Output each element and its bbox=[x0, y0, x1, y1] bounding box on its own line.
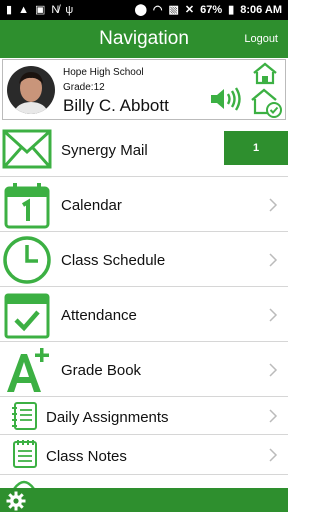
student-profile-card: Hope High School Grade:12 Billy C. Abbot… bbox=[2, 59, 286, 120]
menu-item-label: Grade Book bbox=[61, 362, 142, 379]
sim-icon: ▧ bbox=[168, 3, 179, 16]
menu-item-calendar[interactable]: Calendar bbox=[0, 177, 288, 232]
mail-icon bbox=[2, 129, 52, 169]
wifi-icon: ◠ bbox=[152, 3, 163, 16]
home-check-icon[interactable] bbox=[249, 86, 283, 118]
menu-item-label: Attendance bbox=[61, 307, 137, 324]
warning-icon: ▲ bbox=[18, 3, 29, 16]
calendar-icon bbox=[4, 183, 50, 229]
chevron-right-icon bbox=[269, 409, 278, 423]
grade-a-plus-icon bbox=[7, 348, 49, 392]
chevron-right-icon bbox=[269, 448, 278, 462]
chevron-right-icon bbox=[269, 198, 278, 212]
battery-icon: ▮ bbox=[228, 3, 235, 16]
menu-item-label: Synergy Mail bbox=[61, 142, 148, 159]
menu-item-daily-assignments[interactable]: Daily Assignments bbox=[0, 397, 288, 435]
gear-icon[interactable] bbox=[6, 491, 26, 511]
no-signal-icon: N̸ bbox=[51, 3, 60, 16]
school-name: Hope High School bbox=[63, 67, 144, 78]
clock-icon bbox=[3, 236, 51, 284]
assignments-notebook-icon bbox=[12, 402, 37, 430]
menu-item-synergy-mail[interactable]: Synergy Mail 1 bbox=[0, 122, 288, 177]
image-icon: ▣ bbox=[34, 3, 46, 16]
student-name: Billy C. Abbott bbox=[63, 96, 169, 115]
attendance-check-icon bbox=[4, 293, 50, 339]
menu-item-label: Daily Assignments bbox=[46, 409, 169, 426]
status-bar: ▮ ▲ ▣ N̸ ψ ⬤ ◠ ▧ ✕ 67% ▮ 8:06 AM bbox=[0, 0, 288, 20]
chevron-right-icon bbox=[269, 308, 278, 322]
notes-icon bbox=[13, 440, 37, 468]
menu-item-class-schedule[interactable]: Class Schedule bbox=[0, 232, 288, 287]
unread-count-badge: 1 bbox=[224, 131, 288, 165]
menu-item-class-notes[interactable]: Class Notes bbox=[0, 435, 288, 475]
location-icon: ⬤ bbox=[134, 3, 147, 16]
battery-level: 67% bbox=[200, 4, 223, 16]
clock: 8:06 AM bbox=[240, 4, 282, 16]
menu-item-label: Class Notes bbox=[46, 448, 127, 465]
menu-item-grade-book[interactable]: Grade Book bbox=[0, 342, 288, 397]
menu-item-attendance[interactable]: Attendance bbox=[0, 287, 288, 342]
bottom-bar bbox=[0, 488, 288, 512]
menu-item-partial[interactable] bbox=[0, 475, 288, 489]
mute-icon: ✕ bbox=[184, 3, 195, 16]
avatar bbox=[7, 66, 55, 114]
chevron-right-icon bbox=[269, 253, 278, 267]
home-icon[interactable] bbox=[251, 61, 279, 85]
menu-item-label: Class Schedule bbox=[61, 252, 166, 269]
usb-icon: ψ bbox=[65, 3, 74, 16]
app-bar: Navigation Logout bbox=[0, 20, 288, 58]
notification-icon: ▮ bbox=[6, 3, 13, 16]
speaker-icon[interactable] bbox=[209, 86, 243, 112]
menu-item-label: Calendar bbox=[61, 197, 122, 214]
logout-button[interactable]: Logout bbox=[244, 20, 278, 58]
student-grade: Grade:12 bbox=[63, 82, 105, 93]
chevron-right-icon bbox=[269, 363, 278, 377]
